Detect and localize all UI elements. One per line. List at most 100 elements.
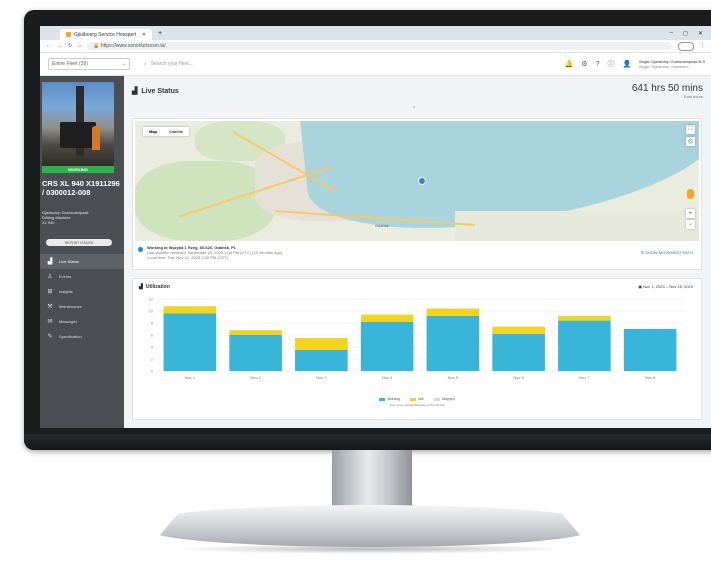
zoom-in-icon[interactable]: + xyxy=(686,209,695,218)
street-view-icon[interactable] xyxy=(687,189,694,199)
bar-idle xyxy=(229,330,282,335)
movement-path-label: SHOW MOVEMENT PATH xyxy=(645,250,693,255)
location-local-time: Local time: Tue, Nov 12, 2023 2:08 PM (C… xyxy=(147,255,228,260)
map-city-label: Gdańsk xyxy=(375,223,389,228)
favicon-icon xyxy=(66,32,71,37)
utilization-title: Utilization xyxy=(145,284,170,290)
x-tick-label: Nov 3 xyxy=(316,375,327,380)
browser-tab[interactable]: Gjiuiboerg Service Hosspert ✕ xyxy=(60,29,152,40)
search-box[interactable]: ⌕ Search your fleet... xyxy=(144,61,193,67)
address-bar: ← → ↻ ⌂ 🔒 https://www.sonorlurlsosm.la/ … xyxy=(40,40,711,53)
sidebar-item-messages[interactable]: ✉ Messages xyxy=(40,314,124,329)
sidebar-item-live-status[interactable]: ▟ Live Status xyxy=(40,254,124,269)
monitor-stand-neck xyxy=(332,450,412,512)
legend-item-stopped[interactable]: Stopped xyxy=(433,397,455,401)
date-range-value: Nov 1, 2023 – Nov 15, 2023 xyxy=(643,284,693,289)
fullscreen-icon[interactable]: ⛶ xyxy=(686,125,695,134)
bar-chart-icon: ▟ xyxy=(139,284,143,290)
settings-icon[interactable]: ⚙ xyxy=(581,60,587,68)
sidebar-item-label: Events xyxy=(59,274,72,279)
status-badge: WORKING xyxy=(42,166,114,173)
bar-idle xyxy=(426,308,480,316)
x-tick-label: Nov 7 xyxy=(579,375,590,380)
maximize-button[interactable]: ◻ xyxy=(683,30,688,37)
sidebar-item-specification[interactable]: ✎ Specification xyxy=(40,329,124,344)
sidebar-item-events[interactable]: ♙ Events xyxy=(40,269,124,284)
new-tab-icon[interactable]: + xyxy=(158,30,162,37)
legend-item-working[interactable]: Working xyxy=(379,397,400,401)
y-tick-label: 8 xyxy=(151,321,154,326)
menu-dots-icon[interactable]: ⋮ xyxy=(700,43,705,49)
tab-map[interactable]: Map xyxy=(143,127,163,136)
map[interactable]: Map Satellite Gdańsk ⛶ ◎ + − xyxy=(135,121,699,241)
map-coast xyxy=(455,211,699,241)
bar-working xyxy=(360,321,414,371)
bar-idle xyxy=(163,306,217,314)
location-dot-icon xyxy=(138,247,143,252)
y-tick-label: 2 xyxy=(151,357,154,362)
help-icon[interactable]: ? xyxy=(596,61,600,68)
notifications-icon[interactable]: 🔔 xyxy=(565,60,574,68)
sidebar: WORKING CRS XL 940 X1911296 / 0300012-00… xyxy=(40,76,124,428)
user-icon[interactable]: 👤 xyxy=(622,60,631,68)
back-icon[interactable]: ← xyxy=(46,43,51,49)
search-input[interactable]: Search your fleet... xyxy=(151,61,193,67)
date-range-picker[interactable]: ▣ Nov 1, 2023 – Nov 15, 2023 xyxy=(638,284,693,289)
reload-icon[interactable]: ↻ xyxy=(68,43,72,49)
bar-working xyxy=(426,315,480,371)
live-status-header: ▟ Live Status 641 hrs 50 mins Total hour… xyxy=(124,76,711,106)
timezone-note: Time zone: Europe/Warsaw (UTC+01:00) xyxy=(389,403,445,407)
sidebar-item-maintenance[interactable]: ⚒ Maintenance xyxy=(40,299,124,314)
app-body: WORKING CRS XL 940 X1911296 / 0300012-00… xyxy=(40,76,711,428)
user-menu[interactable]: Bogar Gjadsorup Gosrsuampsak B.S Bogar G… xyxy=(639,59,705,69)
browser-tab-bar: Gjiuiboerg Service Hosspert ✕ + – ◻ ✕ xyxy=(40,26,711,40)
movement-path-link[interactable]: ⊡ SHOW MOVEMENT PATH xyxy=(641,250,693,255)
x-tick-label: Nov 5 xyxy=(448,375,459,380)
y-tick-label: 0 xyxy=(151,369,154,374)
close-window-button[interactable]: ✕ xyxy=(698,30,703,37)
chart-icon: ▟ xyxy=(132,88,138,95)
fleet-select[interactable]: Entire Fleet (39) ⌄ xyxy=(48,58,130,70)
calendar-icon: ▣ xyxy=(638,284,643,289)
url-field[interactable]: 🔒 https://www.sonorlurlsosm.la/ xyxy=(87,42,672,50)
page-title: Live Status xyxy=(141,87,179,95)
legend-item-idle[interactable]: Idle xyxy=(410,397,424,401)
forward-icon[interactable]: → xyxy=(57,43,62,49)
bar-working xyxy=(623,329,677,371)
x-tick-label: Nov 1 xyxy=(185,375,196,380)
bar-working xyxy=(229,335,282,371)
y-tick-label: 6 xyxy=(151,333,154,338)
app-header: Entire Fleet (39) ⌄ ⌕ Search your fleet.… xyxy=(40,53,711,76)
minimize-button[interactable]: – xyxy=(670,30,673,37)
locate-icon[interactable]: ◎ xyxy=(686,137,695,146)
bar-idle xyxy=(492,326,545,334)
legend-label: Idle xyxy=(418,397,424,401)
zoom-out-icon[interactable]: − xyxy=(686,220,695,229)
path-icon: ⊡ xyxy=(640,250,645,255)
x-tick-label: Nov 2 xyxy=(250,375,261,380)
info-icon[interactable]: ⓘ xyxy=(607,59,614,69)
sidebar-item-label: Live Status xyxy=(59,259,79,264)
tab-title: Gjiuiboerg Service Hosspert xyxy=(74,31,137,38)
chart-legend: Working Idle Stopped xyxy=(133,397,701,401)
machine-photo xyxy=(42,82,114,166)
main-content: ▟ Live Status 641 hrs 50 mins Total hour… xyxy=(124,76,711,428)
report-issues-button[interactable]: REPORT ISSUES xyxy=(46,239,112,246)
location-pin-icon[interactable] xyxy=(418,177,426,185)
sidebar-item-label: Maintenance xyxy=(59,304,82,309)
insights-icon: ⊞ xyxy=(47,289,53,295)
home-icon[interactable]: ⌂ xyxy=(78,43,81,49)
sidebar-item-label: Messages xyxy=(59,319,78,324)
bar-working xyxy=(163,313,217,371)
sidebar-item-insights[interactable]: ⊞ Insights xyxy=(40,284,124,299)
tab-satellite[interactable]: Satellite xyxy=(163,127,189,136)
close-tab-icon[interactable]: ✕ xyxy=(142,32,146,38)
map-card: Map Satellite Gdańsk ⛶ ◎ + − Working at … xyxy=(132,118,702,270)
fleet-select-value: Entire Fleet (39) xyxy=(52,61,88,67)
y-tick-label: 4 xyxy=(151,345,154,350)
utilization-card: ▟ Utilization ▣ Nov 1, 2023 – Nov 15, 20… xyxy=(132,278,702,420)
profile-icon[interactable] xyxy=(678,41,694,51)
chevron-up-icon[interactable]: ⌃ xyxy=(412,106,416,112)
lock-icon: 🔒 xyxy=(93,43,100,49)
sidebar-nav: ▟ Live Status ♙ Events ⊞ Insights ⚒ Main… xyxy=(40,254,124,344)
